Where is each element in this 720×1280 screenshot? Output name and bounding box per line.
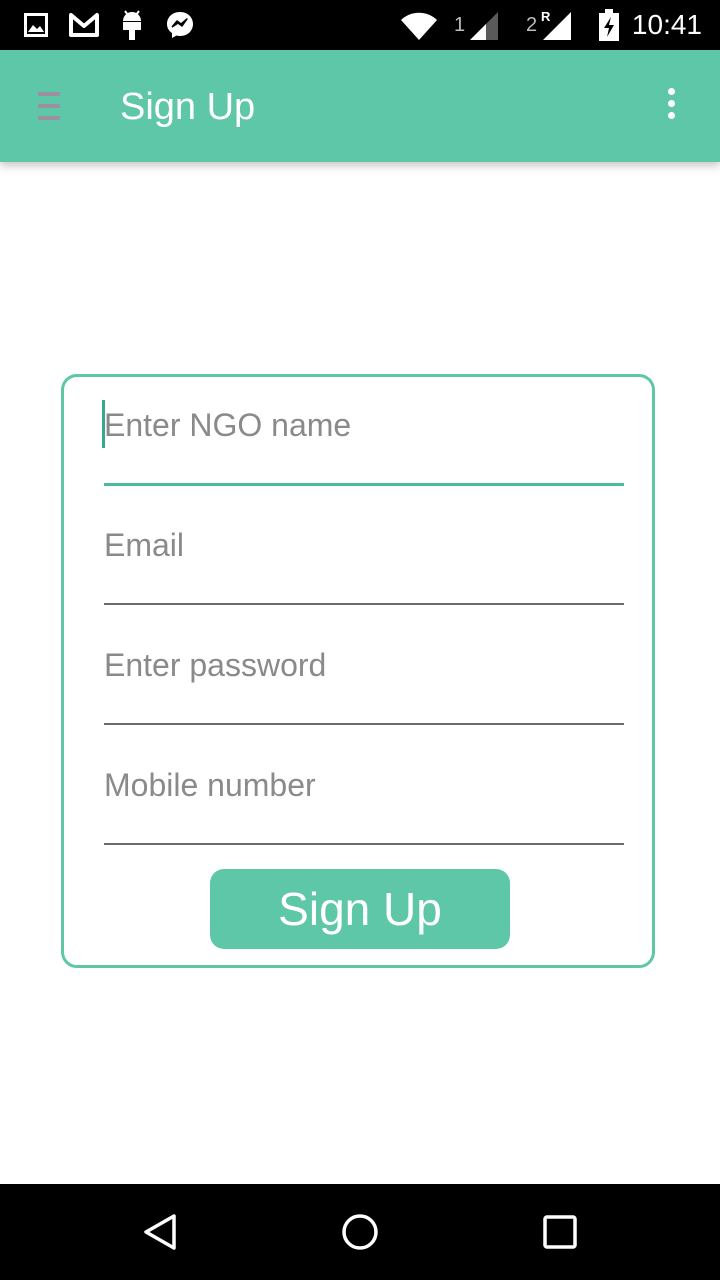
ngo-name-field[interactable] [104, 395, 624, 455]
password-field[interactable] [104, 635, 624, 695]
password-input[interactable] [104, 635, 624, 695]
android-icon [123, 10, 141, 40]
navigation-bar [0, 1184, 720, 1280]
battery-charging-icon [599, 9, 619, 41]
image-icon [24, 13, 48, 37]
recents-icon[interactable] [542, 1212, 578, 1252]
gmail-icon [69, 13, 99, 37]
signup-form-card: Sign Up [61, 374, 655, 968]
app-bar: Sign Up [0, 50, 720, 162]
more-vert-icon[interactable] [664, 88, 678, 124]
ngo-name-input[interactable] [104, 395, 624, 455]
mobile-field[interactable] [104, 755, 624, 815]
email-field[interactable] [104, 515, 624, 575]
email-underline [104, 603, 624, 605]
sim1-label: 1 [454, 14, 466, 36]
sim2-label: 2 [526, 14, 538, 36]
signal-roaming-icon [543, 12, 571, 40]
messenger-icon [167, 12, 193, 38]
ngo-name-underline [104, 483, 624, 486]
back-icon[interactable] [140, 1212, 180, 1252]
hamburger-menu-icon[interactable] [38, 92, 62, 120]
home-icon[interactable] [340, 1212, 380, 1252]
mobile-input[interactable] [104, 755, 624, 815]
signal-icon [470, 12, 498, 40]
email-input[interactable] [104, 515, 624, 575]
signup-button[interactable]: Sign Up [210, 869, 510, 949]
password-underline [104, 723, 624, 725]
wifi-icon [401, 12, 437, 40]
status-time: 10:41 [631, 9, 702, 40]
mobile-underline [104, 843, 624, 845]
status-bar: 1 2 R 10:41 [0, 0, 720, 50]
page-title: Sign Up [120, 86, 256, 128]
